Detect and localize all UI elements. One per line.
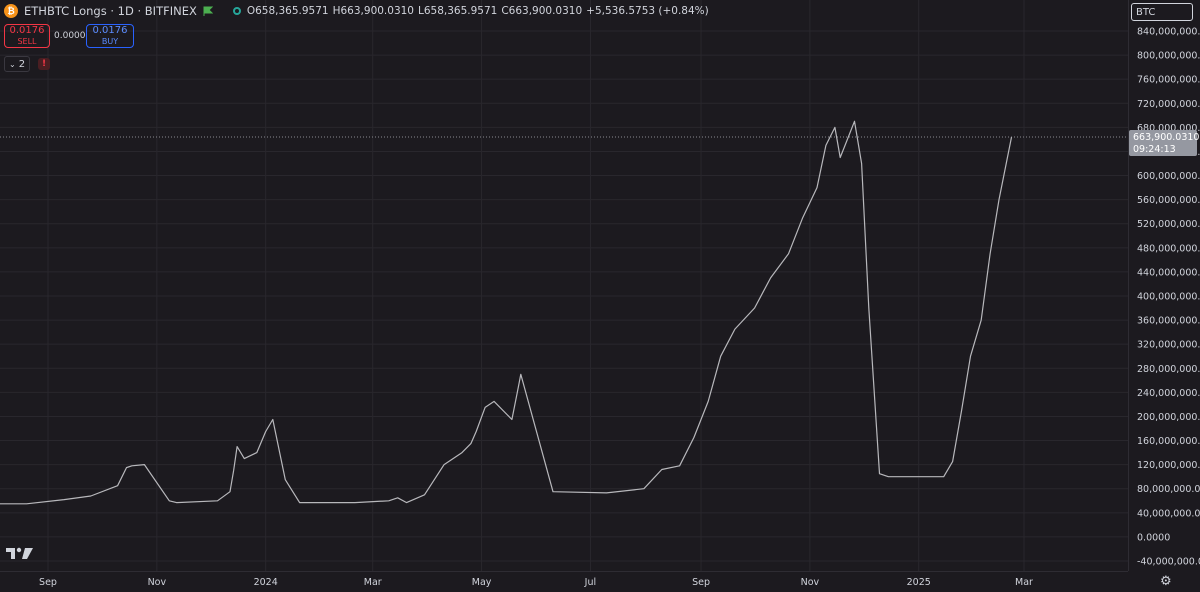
y-tick-label: 360,000,000.0000 xyxy=(1137,316,1200,327)
y-tick-label: 320,000,000.0000 xyxy=(1137,340,1200,351)
low-value: L658,365.9571 xyxy=(417,5,498,17)
y-tick-label: 480,000,000.0000 xyxy=(1137,243,1200,254)
current-price-label: 663,900.031009:24:13 xyxy=(1129,130,1199,157)
sell-button[interactable]: 0.0176 SELL xyxy=(4,24,50,48)
price-axis[interactable]: 840,000,000.0000 800,000,000.0000 760,000,… xyxy=(1128,0,1200,571)
y-tick-label: 720,000,000.0000 xyxy=(1137,99,1200,110)
y-tick-label: 520,000,000.0000 xyxy=(1137,219,1200,230)
y-tick-label: 840,000,000.0000 xyxy=(1137,27,1200,38)
x-tick-label: Sep xyxy=(39,577,57,588)
market-status-icon[interactable] xyxy=(232,7,241,15)
y-tick-label: 120,000,000.0000 xyxy=(1137,460,1200,471)
trade-panel: 0.0176 SELL 0.0000 0.0176 BUY xyxy=(4,24,134,48)
symbol-legend: ₿ ETHBTC Longs · 1D · BITFINEX O658,365.… xyxy=(4,4,709,18)
warning-icon[interactable]: ! xyxy=(38,58,51,70)
indicators-count: 2 xyxy=(18,58,26,70)
time-axis[interactable]: Sep Nov 2024 Mar May Jul Sep Nov 2025 Mar xyxy=(0,571,1128,592)
gear-icon[interactable]: ⚙ xyxy=(1160,574,1172,589)
sell-label: SELL xyxy=(17,37,37,46)
y-tick-label: 760,000,000.0000 xyxy=(1137,75,1200,86)
sell-price: 0.0176 xyxy=(9,25,45,36)
indicators-toggle[interactable]: ⌄ 2 xyxy=(4,56,31,72)
y-tick-label: 400,000,000.0000 xyxy=(1137,292,1200,303)
x-tick-label: Nov xyxy=(801,577,820,588)
y-tick-label: 440,000,000.0000 xyxy=(1137,267,1200,278)
currency-select[interactable]: BTC xyxy=(1131,3,1193,21)
open-value: O658,365.9571 xyxy=(246,5,329,17)
y-tick-label: 240,000,000.0000 xyxy=(1137,388,1200,399)
y-tick-label: 0.0000 xyxy=(1137,532,1170,543)
buy-price: 0.0176 xyxy=(92,25,128,36)
bitcoin-icon: ₿ xyxy=(4,4,18,18)
buy-label: BUY xyxy=(101,37,119,46)
time-axis-labels: Sep Nov 2024 Mar May Jul Sep Nov 2025 Mar xyxy=(39,577,1033,588)
chevron-down-icon: ⌄ xyxy=(9,59,16,69)
y-tick-label: 600,000,000.0000 xyxy=(1137,171,1200,182)
y-tick-label: -40,000,000.0000 xyxy=(1137,557,1200,568)
change-value: +5,536.5753 (+0.84%) xyxy=(586,5,709,17)
x-tick-label: Mar xyxy=(364,577,382,588)
chart-plot-area[interactable] xyxy=(0,0,1128,571)
y-tick-label: 80,000,000.0000 xyxy=(1137,484,1200,495)
x-tick-label: Jul xyxy=(584,577,596,588)
x-tick-label: Mar xyxy=(1015,577,1033,588)
price-chart xyxy=(0,0,1128,571)
price-axis-labels: 840,000,000.0000 800,000,000.0000 760,000,… xyxy=(1129,27,1200,568)
series-line xyxy=(0,120,1013,505)
y-tick-label: 200,000,000.0000 xyxy=(1137,412,1200,423)
x-tick-label: 2024 xyxy=(254,577,278,588)
flag-icon[interactable] xyxy=(203,6,213,16)
ohlc-values: O658,365.9571 H663,900.0310 L658,365.957… xyxy=(247,5,709,17)
y-tick-label: 800,000,000.0000 xyxy=(1137,51,1200,62)
y-tick-label: 560,000,000.0000 xyxy=(1137,195,1200,206)
spread-value: 0.0000 xyxy=(54,31,86,41)
buy-button[interactable]: 0.0176 BUY xyxy=(86,24,134,48)
y-tick-label: 280,000,000.0000 xyxy=(1137,364,1200,375)
x-tick-label: Nov xyxy=(148,577,167,588)
indicators-row: ⌄ 2 ! xyxy=(4,56,51,72)
close-value: C663,900.0310 xyxy=(501,5,583,17)
x-tick-label: 2025 xyxy=(907,577,931,588)
tradingview-logo-icon[interactable] xyxy=(6,546,34,560)
symbol-title[interactable]: ETHBTC Longs · 1D · BITFINEX xyxy=(24,4,197,18)
current-price-value: 663,900.0310 xyxy=(1133,132,1199,143)
x-tick-label: Sep xyxy=(692,577,710,588)
high-value: H663,900.0310 xyxy=(332,5,414,17)
x-tick-label: May xyxy=(472,577,492,588)
y-tick-label: 40,000,000.0000 xyxy=(1137,508,1200,519)
y-tick-label: 160,000,000.0000 xyxy=(1137,436,1200,447)
bar-countdown: 09:24:13 xyxy=(1133,144,1176,155)
